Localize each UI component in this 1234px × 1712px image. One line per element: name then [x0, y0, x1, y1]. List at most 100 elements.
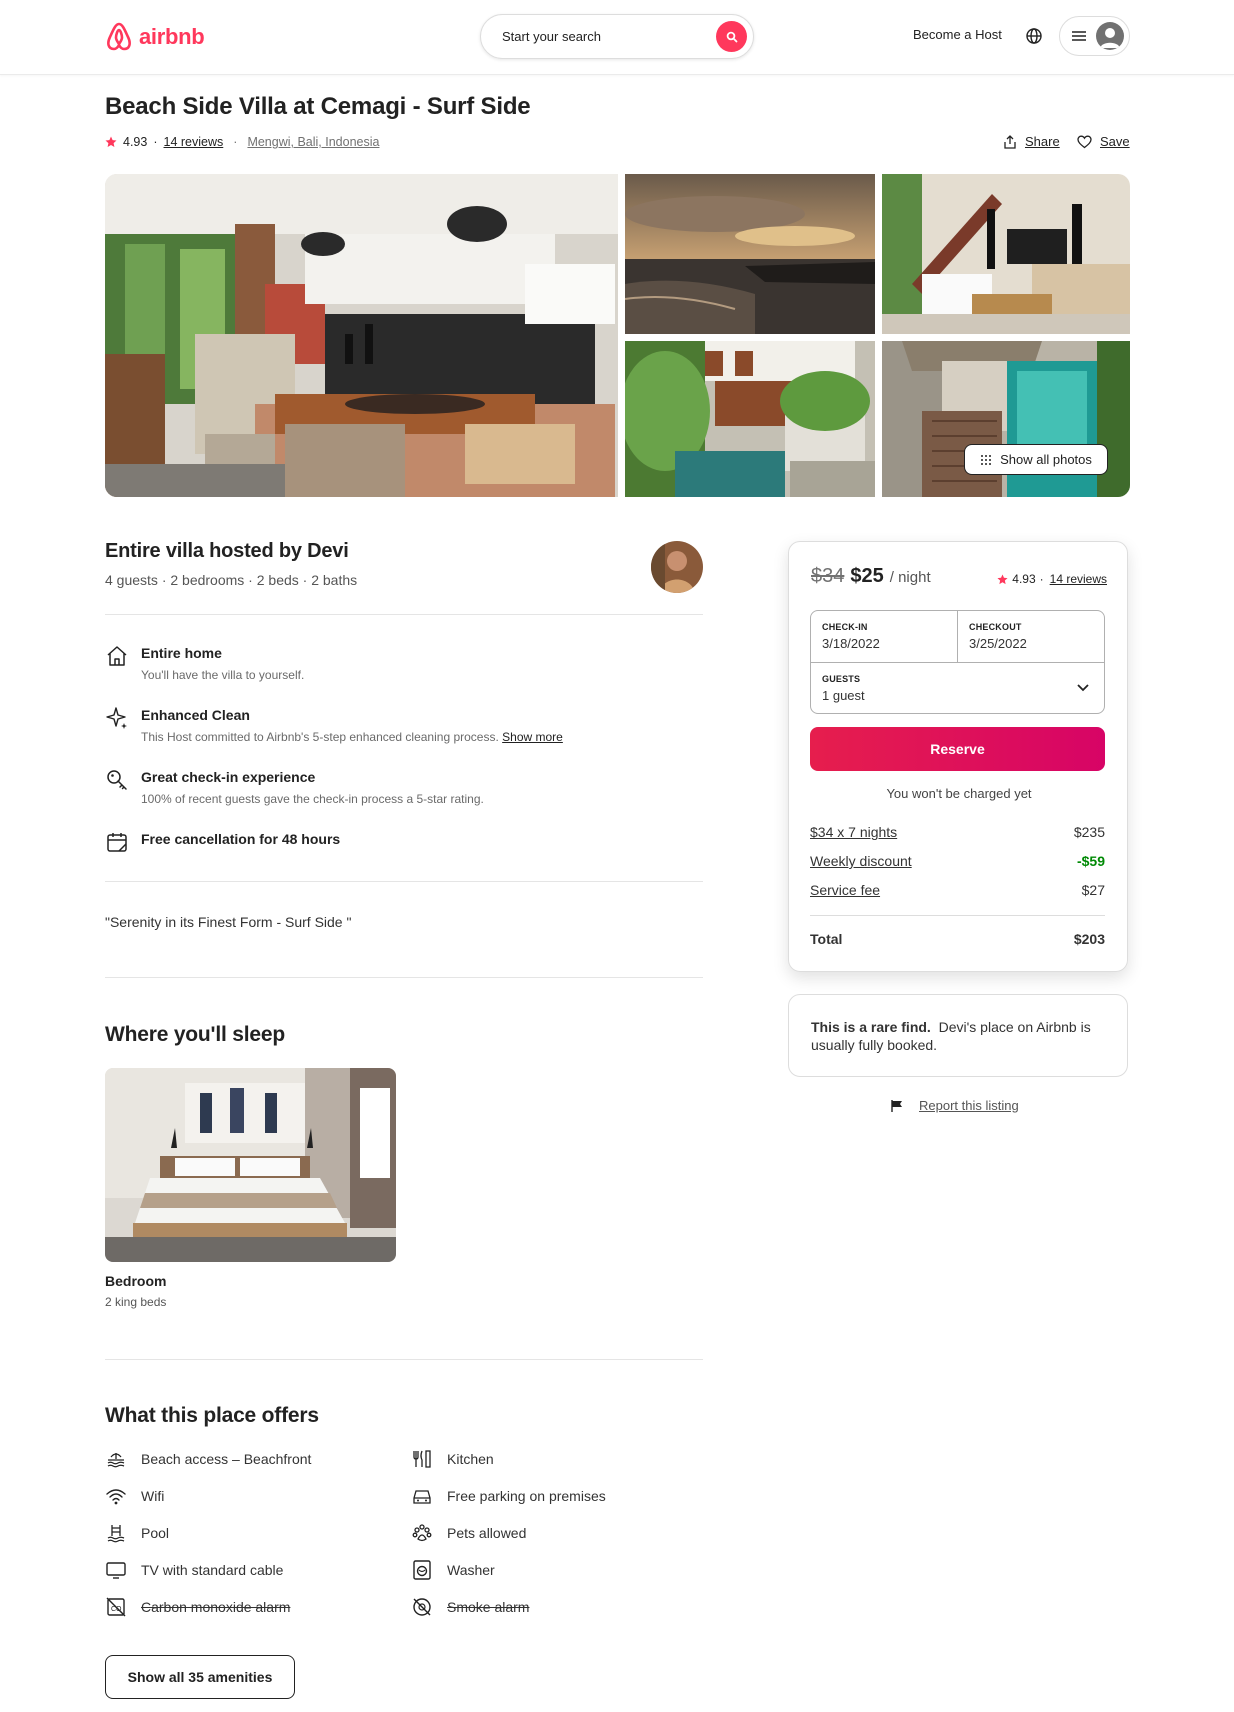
highlight-title: Entire home — [141, 645, 222, 661]
save-button[interactable]: Save — [1077, 134, 1130, 149]
star-icon — [997, 573, 1008, 584]
share-icon — [1004, 134, 1016, 149]
highlight-title: Free cancellation for 48 hours — [141, 831, 341, 847]
amenities-heading: What this place offers — [105, 1404, 319, 1427]
show-all-photos-label: Show all photos — [1000, 452, 1092, 467]
sparkle-icon — [106, 707, 127, 729]
sleep-heading: Where you'll sleep — [105, 1023, 285, 1046]
user-menu-button[interactable] — [1059, 16, 1130, 56]
show-all-amenities-button[interactable]: Show all 35 amenities — [105, 1655, 295, 1699]
date-guest-picker: CHECK-IN 3/18/2022 CHECKOUT 3/25/2022 GU… — [810, 610, 1105, 714]
highlight-free-cancellation: Free cancellation for 48 hours — [105, 830, 703, 856]
overview-summary: 4 guests · 2 bedrooms · 2 beds · 2 baths — [105, 572, 358, 588]
guests-select[interactable]: GUESTS 1 guest — [811, 662, 1104, 713]
checkout-value: 3/25/2022 — [969, 636, 1027, 651]
show-all-photos-button[interactable]: Show all photos — [964, 444, 1108, 475]
amenity-pool: Pool — [105, 1522, 169, 1544]
card-rating: 4.93 · 14 reviews — [997, 572, 1107, 586]
checkin-field[interactable]: CHECK-IN 3/18/2022 — [811, 611, 958, 662]
show-more-link[interactable]: Show more — [502, 730, 563, 744]
highlight-entire-home: Entire home You'll have the villa to you… — [105, 644, 703, 684]
checkout-label: CHECKOUT — [969, 622, 1022, 632]
photo-4-courtyard[interactable] — [625, 341, 875, 497]
key-icon — [107, 770, 127, 790]
become-host-link[interactable]: Become a Host — [913, 27, 1002, 42]
bedroom-label: Bedroom — [105, 1273, 167, 1289]
highlight-desc: This Host committed to Airbnb's 5-step e… — [141, 730, 499, 744]
location-link[interactable]: Mengwi, Bali, Indonesia — [247, 135, 379, 149]
rare-find-title: This is a rare find. — [811, 1019, 931, 1035]
airbnb-logo-icon — [107, 22, 131, 51]
listing-description: "Serenity in its Finest Form - Surf Side… — [105, 914, 352, 930]
search-icon — [726, 31, 737, 42]
home-icon — [107, 646, 127, 666]
main-photo[interactable] — [105, 174, 618, 497]
listing-meta: 4.93 · 14 reviews · Mengwi, Bali, Indone… — [105, 135, 379, 149]
price-total: Total $203 — [810, 931, 1105, 947]
divider — [105, 977, 703, 978]
price-line-nights: $34 x 7 nights $235 — [810, 824, 1105, 840]
card-rating-value: 4.93 — [1012, 572, 1036, 586]
divider — [105, 881, 703, 882]
booking-card: $34 $25 / night 4.93 · 14 reviews CHECK-… — [788, 541, 1128, 972]
highlight-checkin: Great check-in experience 100% of recent… — [105, 768, 703, 808]
save-label: Save — [1100, 134, 1130, 149]
share-label: Share — [1025, 134, 1060, 149]
kitchen-icon — [413, 1450, 431, 1468]
wifi-icon — [106, 1489, 126, 1505]
amenity-parking: Free parking on premises — [411, 1485, 606, 1507]
heart-icon — [1077, 135, 1092, 148]
amenity-co-alarm-unavailable: CO Carbon monoxide alarm — [105, 1596, 290, 1618]
highlight-title: Enhanced Clean — [141, 707, 250, 723]
search-button[interactable] — [716, 21, 747, 52]
host-avatar[interactable] — [651, 541, 703, 593]
amenity-pets: Pets allowed — [411, 1522, 526, 1544]
no-charge-note: You won't be charged yet — [886, 786, 1032, 801]
highlight-title: Great check-in experience — [141, 769, 316, 785]
price-line-service-fee: Service fee $27 — [810, 882, 1105, 898]
checkout-field[interactable]: CHECKOUT 3/25/2022 — [958, 611, 1104, 662]
top-header: airbnb Start your search Become a Host — [0, 0, 1234, 75]
report-listing-link[interactable]: Report this listing — [890, 1098, 1019, 1113]
highlight-desc: You'll have the villa to yourself. — [141, 668, 305, 682]
card-divider — [810, 915, 1105, 916]
bedroom-photo[interactable] — [105, 1068, 396, 1262]
photo-3-lounge[interactable] — [882, 174, 1130, 334]
reserve-button[interactable]: Reserve — [810, 727, 1105, 771]
card-reviews-link[interactable]: 14 reviews — [1050, 572, 1107, 586]
logo-text: airbnb — [139, 24, 205, 49]
rare-find-notice: This is a rare find. Devi's place on Air… — [788, 994, 1128, 1077]
tv-icon — [106, 1562, 126, 1579]
bedroom-beds: 2 king beds — [105, 1295, 167, 1309]
pool-icon — [107, 1525, 125, 1543]
nightly-price: $25 — [850, 565, 884, 587]
amenity-kitchen: Kitchen — [411, 1448, 494, 1470]
share-button[interactable]: Share — [1003, 134, 1060, 149]
search-placeholder: Start your search — [502, 29, 601, 44]
car-icon — [413, 1490, 431, 1504]
amenity-beach-access: Beach access – Beachfront — [105, 1448, 311, 1470]
amenity-wifi: Wifi — [105, 1485, 164, 1507]
reviews-link[interactable]: 14 reviews — [164, 135, 224, 149]
photo-2-sunset-beach[interactable] — [625, 174, 875, 334]
co-alarm-icon: CO — [106, 1597, 126, 1617]
checkin-value: 3/18/2022 — [822, 636, 880, 651]
listing-title: Beach Side Villa at Cemagi - Surf Side — [105, 93, 531, 120]
divider — [105, 1359, 703, 1360]
airbnb-logo[interactable]: airbnb — [105, 22, 205, 52]
guests-label: GUESTS — [822, 674, 861, 684]
grid-dots-icon — [981, 454, 992, 465]
star-icon — [105, 136, 117, 147]
guests-value: 1 guest — [822, 688, 865, 703]
amenity-smoke-alarm-unavailable: Smoke alarm — [411, 1596, 529, 1618]
original-price: $34 — [811, 565, 845, 587]
search-bar[interactable]: Start your search — [480, 14, 754, 59]
divider — [105, 614, 703, 615]
chevron-down-icon — [1077, 684, 1089, 692]
user-avatar-icon — [1096, 22, 1124, 50]
globe-icon[interactable] — [1024, 26, 1044, 46]
amenity-washer: Washer — [411, 1559, 495, 1581]
per-night-label: / night — [889, 569, 931, 586]
hamburger-menu-icon — [1072, 31, 1086, 41]
price-row: $34 $25 / night — [811, 565, 931, 588]
